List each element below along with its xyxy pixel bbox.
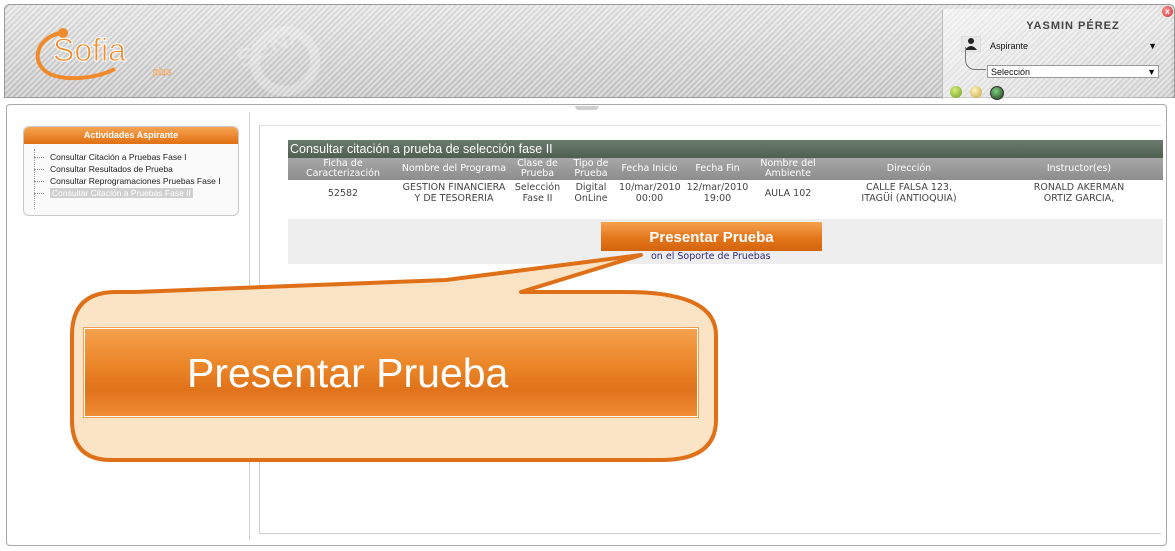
selection-select[interactable]: Selección ▼: [987, 65, 1159, 78]
chevron-down-icon: ▼: [1148, 41, 1157, 51]
power-icon[interactable]: [990, 86, 1004, 100]
sofia-plus-logo: Sofia plus: [35, 28, 172, 81]
collapse-handle[interactable]: [575, 106, 599, 110]
connector-line: [965, 47, 986, 70]
sena-watermark-logo: SENA: [232, 16, 320, 96]
cell-direccion: CALLE FALSA 123, ITAGÜÍ (ANTIOQUIA): [823, 180, 995, 206]
table-row[interactable]: 52582 GESTION FINANCIERA Y DE TESORERIA S…: [288, 180, 1163, 206]
user-name: YASMIN PÉREZ: [1026, 20, 1120, 32]
content-border-top: [259, 125, 1161, 126]
sidebar-item-resultados[interactable]: Consultar Resultados de Prueba: [34, 163, 238, 175]
sidebar-list: Consultar Citación a Pruebas Fase I Cons…: [24, 144, 238, 209]
selection-select-value: Selección: [991, 67, 1031, 77]
citation-table: Ficha de Caracterización Nombre del Prog…: [288, 158, 1163, 206]
svg-text:Sofia: Sofia: [53, 32, 126, 68]
svg-text:plus: plus: [153, 67, 171, 78]
cell-programa: GESTION FINANCIERA Y DE TESORERIA: [398, 180, 510, 206]
cell-ficha: 52582: [288, 180, 398, 206]
content-border-bottom: [259, 533, 1161, 534]
cell-fecha-fin: 12/mar/2010 19:00: [682, 180, 753, 206]
present-test-button-zoomed[interactable]: Presentar Prueba: [84, 328, 698, 417]
role-select[interactable]: Aspirante ▼: [987, 40, 1159, 53]
cell-tipo: Digital OnLine: [565, 180, 617, 206]
column-header: Instructor(es): [995, 158, 1163, 180]
table-header-row: Ficha de Caracterización Nombre del Prog…: [288, 158, 1163, 180]
panel-title: Consultar citación a prueba de selección…: [288, 140, 1163, 158]
cell-ambiente: AULA 102: [753, 180, 823, 206]
app-header: Sofia plus SENA YASMIN PÉREZ Aspirante ▼…: [4, 4, 1175, 100]
column-header: Fecha Fin: [682, 158, 753, 180]
chevron-down-icon: ▼: [1147, 67, 1156, 77]
help-icon[interactable]: [950, 86, 962, 98]
close-icon[interactable]: x: [1162, 6, 1173, 17]
column-header: Clase de Prueba: [510, 158, 565, 180]
user-panel: YASMIN PÉREZ Aspirante ▼ Selección ▼: [942, 9, 1171, 100]
sidebar-item-reprogramaciones[interactable]: Consultar Reprogramaciones Pruebas Fase …: [34, 175, 238, 187]
column-header: Tipo de Prueba: [565, 158, 617, 180]
column-header: Nombre del Ambiente: [753, 158, 823, 180]
role-select-value: Aspirante: [990, 41, 1029, 51]
cell-fecha-inicio: 10/mar/2010 00:00: [617, 180, 682, 206]
cell-instructor: RONALD AKERMAN ORTIZ GARCIA,: [995, 180, 1163, 206]
column-header: Fecha Inicio: [617, 158, 682, 180]
cell-clase: Selección Fase II: [510, 180, 565, 206]
column-header: Nombre del Programa: [398, 158, 510, 180]
sidebar-item-citacion-fase-1[interactable]: Consultar Citación a Pruebas Fase I: [34, 151, 238, 163]
column-header: Ficha de Caracterización: [288, 158, 398, 180]
svg-text:SENA: SENA: [232, 16, 310, 74]
column-header: Dirección: [823, 158, 995, 180]
favorites-icon[interactable]: [970, 86, 982, 98]
sidebar-title: Actividades Aspirante: [24, 127, 238, 144]
sidebar-menu: Actividades Aspirante Consultar Citación…: [23, 126, 239, 216]
sidebar-item-citacion-fase-2[interactable]: Consultar Citación a Pruebas Fase II: [34, 187, 238, 199]
